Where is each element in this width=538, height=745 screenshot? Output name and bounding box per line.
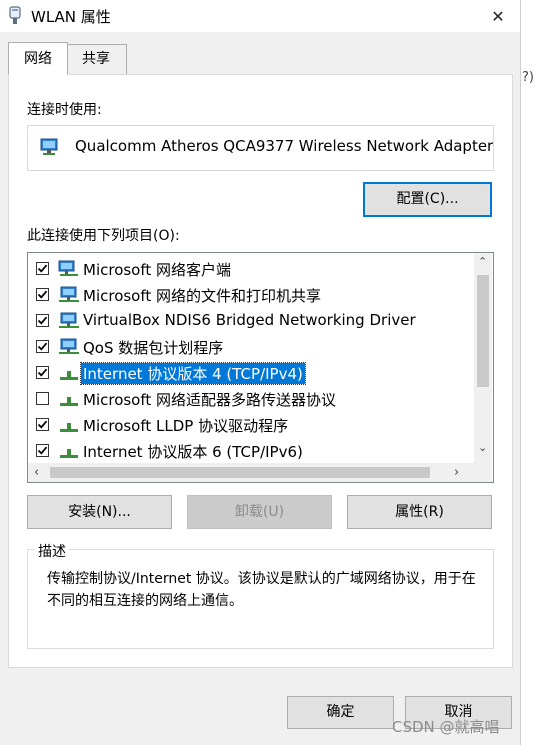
checkmark-icon [37,446,48,455]
scroll-right-icon[interactable]: › [454,465,459,480]
wifi-adapter-icon [9,6,21,26]
item-label: Microsoft 网络客户端 [83,261,232,279]
vertical-scrollbar[interactable]: ⌃ ⌄ [474,253,492,463]
item-checkbox[interactable] [36,366,49,379]
vertical-scroll-thumb[interactable] [477,275,489,387]
background-window [521,0,538,745]
checkmark-icon [37,420,48,429]
configure-button-label: 配置(C)... [396,191,459,207]
item-checkbox[interactable] [36,392,49,405]
item-label: QoS 数据包计划程序 [83,339,224,357]
tab-network[interactable]: 网络 [8,42,68,75]
checkmark-icon [37,290,48,299]
description-title: 描述 [35,541,69,561]
uninstall-button[interactable]: 卸载(U) [187,495,332,529]
item-checkbox[interactable] [36,444,49,457]
connect-using-label: 连接时使用: [27,102,102,118]
close-button[interactable]: ✕ [476,0,520,32]
item-checkbox[interactable] [36,340,49,353]
configure-button[interactable]: 配置(C)... [363,182,492,217]
ok-button-label: 确定 [326,704,355,720]
scroll-left-icon[interactable]: ‹ [34,465,39,480]
network-client-icon [58,260,80,282]
checkmark-icon [37,342,48,351]
tab-network-label: 网络 [24,51,52,67]
item-label: Microsoft 网络适配器多路传送器协议 [83,391,337,409]
item-label: Internet 协议版本 6 (TCP/IPv6) [83,443,303,461]
network-service-icon [58,338,80,360]
item-label: Internet 协议版本 4 (TCP/IPv4) [80,362,306,385]
tab-sharing-label: 共享 [82,51,110,67]
item-label: Microsoft 网络的文件和打印机共享 [83,287,322,305]
scrollbar-corner [474,463,492,482]
list-item[interactable]: Internet 协议版本 6 (TCP/IPv6) [28,438,474,464]
protocol-icon [58,442,80,464]
protocol-icon [58,364,80,386]
list-item[interactable]: QoS 数据包计划程序 [28,334,474,360]
properties-window: WLAN 属性 ✕ 网络 共享 连接时使用: Qualcomm Atheros … [0,0,521,745]
adapter-field: Qualcomm Atheros QCA9377 Wireless Networ… [27,125,494,171]
components-list[interactable]: Microsoft 网络客户端 Microsoft 网络的文件和打印机共享 Virt… [27,252,494,483]
list-item[interactable]: Internet 协议版本 4 (TCP/IPv4) [28,360,474,386]
protocol-icon [58,416,80,438]
description-text: 传输控制协议/Internet 协议。该协议是默认的广域网络协议，用于在不同的相… [47,571,476,609]
list-item[interactable]: Microsoft 网络客户端 [28,256,474,282]
background-window-text: ?) [522,70,534,85]
list-item[interactable]: VirtualBox NDIS6 Bridged Networking Driv… [28,308,474,334]
adapter-name: Qualcomm Atheros QCA9377 Wireless Networ… [75,137,494,155]
list-item[interactable]: Microsoft 网络适配器多路传送器协议 [28,386,474,412]
protocol-icon [58,390,80,412]
item-checkbox[interactable] [36,288,49,301]
ok-button[interactable]: 确定 [287,696,394,729]
list-item[interactable]: Microsoft LLDP 协议驱动程序 [28,412,474,438]
item-label: VirtualBox NDIS6 Bridged Networking Driv… [83,311,416,329]
uninstall-button-label: 卸载(U) [234,504,285,520]
scroll-up-icon[interactable]: ⌃ [478,255,487,268]
watermark: CSDN @就高唱 [392,718,500,736]
checkmark-icon [37,264,48,273]
items-label: 此连接使用下列项目(O): [27,228,180,244]
item-checkbox[interactable] [36,262,49,275]
scroll-down-icon[interactable]: ⌄ [478,441,487,454]
title-bar: WLAN 属性 ✕ [0,0,520,32]
network-service-icon [58,312,80,334]
checkmark-icon [37,316,48,325]
install-button[interactable]: 安装(N)... [27,495,172,529]
list-item[interactable]: Microsoft 网络的文件和打印机共享 [28,282,474,308]
network-service-icon [58,286,80,308]
item-checkbox[interactable] [36,418,49,431]
install-button-label: 安装(N)... [68,504,131,520]
network-adapter-icon [39,138,61,162]
item-label: Microsoft LLDP 协议驱动程序 [83,417,289,435]
properties-button[interactable]: 属性(R) [347,495,492,529]
tab-sharing[interactable]: 共享 [65,44,127,75]
checkmark-icon [37,368,48,377]
item-checkbox[interactable] [36,314,49,327]
close-icon: ✕ [491,6,505,26]
properties-button-label: 属性(R) [395,504,444,520]
horizontal-scrollbar[interactable]: ‹ › [28,463,474,482]
window-title: WLAN 属性 [31,8,111,26]
horizontal-scroll-thumb[interactable] [50,467,430,478]
